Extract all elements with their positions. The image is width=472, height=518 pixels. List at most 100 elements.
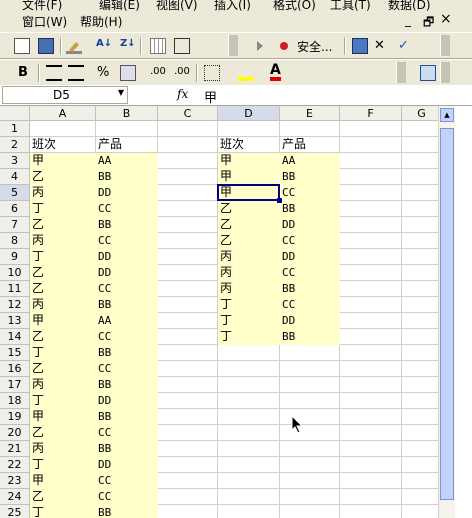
cell-D17[interactable]	[218, 377, 280, 393]
increase-decimal-button[interactable]: .00	[150, 66, 166, 77]
cell-G8[interactable]	[402, 233, 438, 249]
row-header[interactable]: 23	[0, 473, 30, 489]
fill-color-icon[interactable]	[238, 65, 254, 81]
borders-icon[interactable]	[204, 65, 220, 81]
cell-F8[interactable]	[340, 233, 402, 249]
cell-A18[interactable]: 丁	[30, 393, 96, 409]
cell-C24[interactable]	[158, 489, 218, 505]
row-header[interactable]: 10	[0, 265, 30, 281]
column-header[interactable]: G	[402, 106, 438, 121]
cell-E23[interactable]	[280, 473, 340, 489]
cell-G11[interactable]	[402, 281, 438, 297]
cell-D21[interactable]	[218, 441, 280, 457]
frame-icon[interactable]	[174, 38, 190, 54]
row-header[interactable]: 16	[0, 361, 30, 377]
cell-D25[interactable]	[218, 505, 280, 518]
cell-E10[interactable]: CC	[280, 265, 340, 281]
menu-format[interactable]: 格式(O)	[273, 0, 316, 13]
percent-button[interactable]: %	[97, 65, 109, 80]
row-header[interactable]: 21	[0, 441, 30, 457]
cell-C2[interactable]	[158, 137, 218, 153]
cell-E8[interactable]: CC	[280, 233, 340, 249]
cell-A24[interactable]: 乙	[30, 489, 96, 505]
cell-F23[interactable]	[340, 473, 402, 489]
toolbar-grip[interactable]	[228, 35, 238, 56]
cell-B13[interactable]: AA	[96, 313, 158, 329]
save-icon[interactable]	[38, 38, 54, 54]
cell-C4[interactable]	[158, 169, 218, 185]
cell-C11[interactable]	[158, 281, 218, 297]
cell-E12[interactable]: CC	[280, 297, 340, 313]
cell-A12[interactable]: 丙	[30, 297, 96, 313]
cell-E2[interactable]: 产品	[280, 137, 340, 153]
cell-E14[interactable]: BB	[280, 329, 340, 345]
cell-A3[interactable]: 甲	[30, 153, 96, 169]
cell-C14[interactable]	[158, 329, 218, 345]
cell-G20[interactable]	[402, 425, 438, 441]
cell-A8[interactable]: 丙	[30, 233, 96, 249]
play-icon[interactable]	[252, 38, 268, 54]
cell-A4[interactable]: 乙	[30, 169, 96, 185]
cell-D11[interactable]: 丙	[218, 281, 280, 297]
cell-C15[interactable]	[158, 345, 218, 361]
cell-B12[interactable]: BB	[96, 297, 158, 313]
cell-A21[interactable]: 丙	[30, 441, 96, 457]
cell-F16[interactable]	[340, 361, 402, 377]
row-header[interactable]: 14	[0, 329, 30, 345]
cell-C5[interactable]	[158, 185, 218, 201]
cell-E6[interactable]: BB	[280, 201, 340, 217]
row-header[interactable]: 8	[0, 233, 30, 249]
cell-B3[interactable]: AA	[96, 153, 158, 169]
cell-F1[interactable]	[340, 121, 402, 137]
scroll-up-icon[interactable]: ▲	[440, 108, 454, 122]
cell-G9[interactable]	[402, 249, 438, 265]
row-header[interactable]: 13	[0, 313, 30, 329]
cell-F12[interactable]	[340, 297, 402, 313]
cell-E1[interactable]	[280, 121, 340, 137]
row-header[interactable]: 5	[0, 185, 30, 201]
cell-A7[interactable]: 乙	[30, 217, 96, 233]
merge-icon[interactable]	[120, 65, 136, 81]
cell-F3[interactable]	[340, 153, 402, 169]
cell-C18[interactable]	[158, 393, 218, 409]
menu-edit[interactable]: 编辑(E)	[99, 0, 140, 13]
cell-D22[interactable]	[218, 457, 280, 473]
menu-insert[interactable]: 插入(I)	[214, 0, 251, 13]
columns-icon[interactable]	[150, 38, 166, 54]
cell-B9[interactable]: DD	[96, 249, 158, 265]
cell-C7[interactable]	[158, 217, 218, 233]
cell-E15[interactable]	[280, 345, 340, 361]
fill-handle[interactable]	[277, 198, 282, 203]
align-center-icon[interactable]	[46, 65, 62, 81]
cell-E11[interactable]: BB	[280, 281, 340, 297]
cell-A14[interactable]: 乙	[30, 329, 96, 345]
cell-G2[interactable]	[402, 137, 438, 153]
fx-icon[interactable]: fx	[177, 87, 188, 101]
format-painter-icon[interactable]	[66, 38, 82, 54]
cell-A2[interactable]: 班次	[30, 137, 96, 153]
cell-B2[interactable]: 产品	[96, 137, 158, 153]
cell-B17[interactable]: BB	[96, 377, 158, 393]
toolbar-grip-3[interactable]	[396, 62, 406, 83]
bold-button[interactable]: B	[18, 65, 28, 80]
cell-G3[interactable]	[402, 153, 438, 169]
column-header[interactable]: C	[158, 106, 218, 121]
cell-F4[interactable]	[340, 169, 402, 185]
cell-C6[interactable]	[158, 201, 218, 217]
cell-A10[interactable]: 乙	[30, 265, 96, 281]
cell-G22[interactable]	[402, 457, 438, 473]
cell-G16[interactable]	[402, 361, 438, 377]
cell-B8[interactable]: CC	[96, 233, 158, 249]
cell-E17[interactable]	[280, 377, 340, 393]
cell-F19[interactable]	[340, 409, 402, 425]
menu-tools[interactable]: 工具(T)	[330, 0, 371, 13]
cell-B22[interactable]: DD	[96, 457, 158, 473]
cell-F14[interactable]	[340, 329, 402, 345]
cell-B19[interactable]: BB	[96, 409, 158, 425]
row-header[interactable]: 18	[0, 393, 30, 409]
cell-A25[interactable]: 丁	[30, 505, 96, 518]
cell-A13[interactable]: 甲	[30, 313, 96, 329]
cell-D7[interactable]: 乙	[218, 217, 280, 233]
font-color-button[interactable]: A	[270, 63, 281, 81]
cell-C21[interactable]	[158, 441, 218, 457]
